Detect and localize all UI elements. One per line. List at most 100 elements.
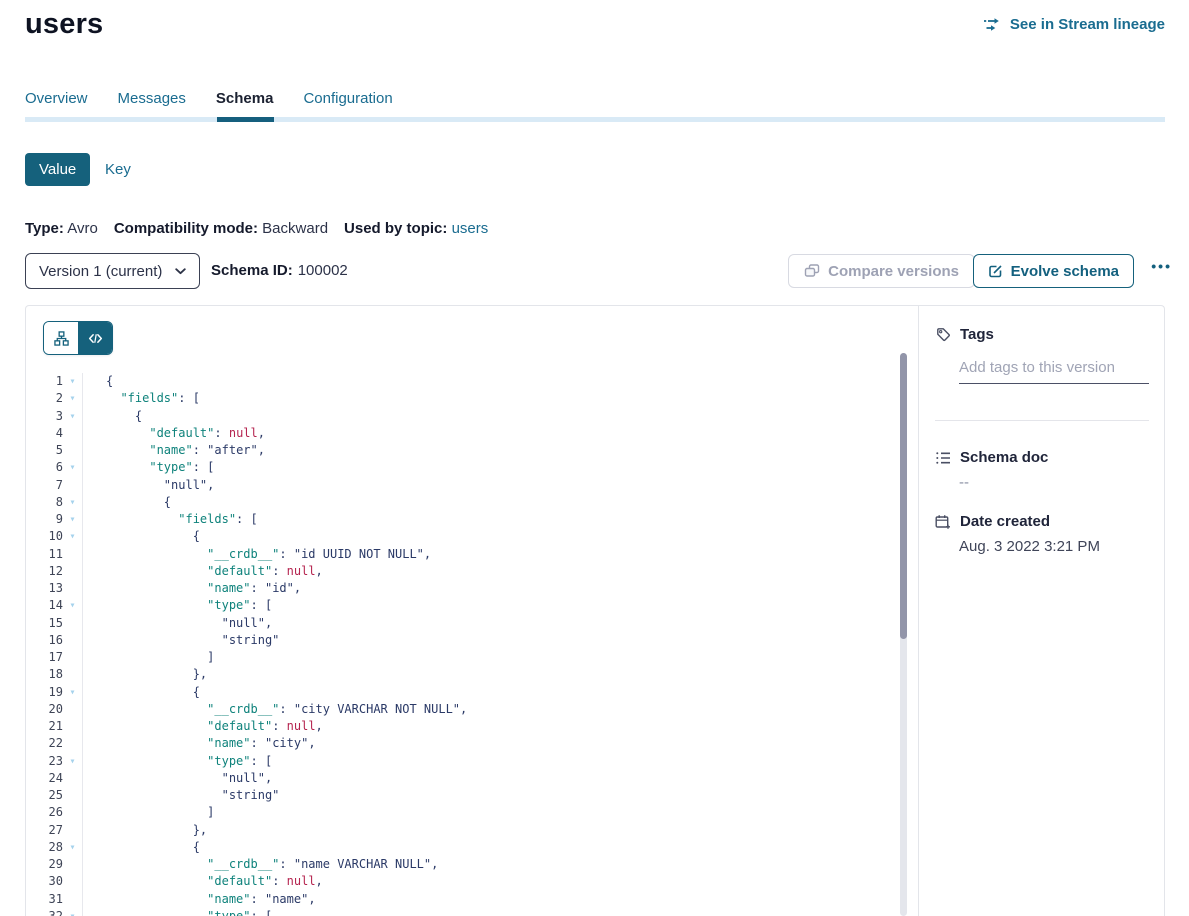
line-number: 6 [26,459,63,476]
fold-spacer [63,735,83,752]
schema-code-panel: 1▾{2▾ "fields": [3▾ {4 "default": null,5… [26,306,918,916]
code-view-button[interactable] [78,322,112,354]
fold-arrow-icon[interactable]: ▾ [63,390,83,407]
compat-value: Backward [262,220,328,237]
fold-arrow-icon[interactable]: ▾ [63,459,83,476]
code-line: 8▾ { [26,494,918,511]
line-number: 31 [26,891,63,908]
line-number: 26 [26,804,63,821]
fold-spacer [63,615,83,632]
schema-sidebar: Tags Schema doc -- [918,306,1164,916]
page-title: users [25,8,103,41]
version-dropdown-value: Version 1 (current) [39,263,162,280]
code-line: 22 "name": "city", [26,735,918,752]
schema-card: 1▾{2▾ "fields": [3▾ {4 "default": null,5… [25,305,1165,916]
line-number: 20 [26,701,63,718]
schema-id-value: 100002 [298,262,348,279]
stream-lineage-link[interactable]: See in Stream lineage [983,16,1165,33]
schema-id: Schema ID:100002 [211,262,348,279]
fold-arrow-icon[interactable]: ▾ [63,684,83,701]
fold-spacer [63,856,83,873]
compare-versions-button[interactable]: Compare versions [788,254,975,288]
evolve-schema-button[interactable]: Evolve schema [973,254,1134,288]
key-toggle-button[interactable]: Key [105,161,131,178]
code-line: 13 "name": "id", [26,580,918,597]
code-line: 3▾ { [26,408,918,425]
tree-view-button[interactable] [44,322,78,354]
chevron-down-icon [175,268,186,275]
code-line: 30 "default": null, [26,873,918,890]
line-number: 1 [26,373,63,390]
tab-overview[interactable]: Overview [25,90,88,115]
code-line: 11 "__crdb__": "id UUID NOT NULL", [26,546,918,563]
line-number: 5 [26,442,63,459]
date-created-value: Aug. 3 2022 3:21 PM [959,538,1149,555]
line-number: 27 [26,822,63,839]
code-line: 19▾ { [26,684,918,701]
fold-arrow-icon[interactable]: ▾ [63,908,83,916]
fold-arrow-icon[interactable]: ▾ [63,408,83,425]
code-text: "null", [83,477,214,494]
type-label: Type: [25,220,64,237]
code-line: 6▾ "type": [ [26,459,918,476]
line-number: 17 [26,649,63,666]
editor-scrollbar-thumb[interactable] [900,353,907,639]
code-text: "type": [ [83,753,272,770]
editor-scrollbar-track[interactable] [900,353,907,916]
code-text: "__crdb__": "id UUID NOT NULL", [83,546,431,563]
fold-arrow-icon[interactable]: ▾ [63,528,83,545]
tree-view-icon [54,331,69,346]
add-tags-input[interactable] [959,357,1149,384]
code-text: "__crdb__": "city VARCHAR NOT NULL", [83,701,467,718]
code-line: 5 "name": "after", [26,442,918,459]
compat-label: Compatibility mode: [114,220,258,237]
fold-arrow-icon[interactable]: ▾ [63,597,83,614]
fold-spacer [63,425,83,442]
code-line: 24 "null", [26,770,918,787]
fold-arrow-icon[interactable]: ▾ [63,839,83,856]
code-text: "string" [83,632,279,649]
fold-spacer [63,787,83,804]
code-text: { [83,528,200,545]
code-line: 25 "string" [26,787,918,804]
tab-messages[interactable]: Messages [118,90,186,115]
version-dropdown[interactable]: Version 1 (current) [25,253,200,289]
code-text: "name": "id", [83,580,301,597]
line-number: 16 [26,632,63,649]
fold-arrow-icon[interactable]: ▾ [63,753,83,770]
topic-link[interactable]: users [452,220,489,237]
fold-arrow-icon[interactable]: ▾ [63,494,83,511]
code-text: "default": null, [83,563,323,580]
code-text: "type": [ [83,597,272,614]
code-line: 23▾ "type": [ [26,753,918,770]
tab-schema[interactable]: Schema [216,90,274,115]
code-text: { [83,494,171,511]
date-created-section-header: Date created [935,513,1149,530]
code-text: { [83,839,200,856]
code-text: "null", [83,615,272,632]
code-text: ] [83,649,214,666]
fold-arrow-icon[interactable]: ▾ [63,373,83,390]
fold-spacer [63,804,83,821]
code-line: 7 "null", [26,477,918,494]
fold-arrow-icon[interactable]: ▾ [63,511,83,528]
fold-spacer [63,666,83,683]
tab-configuration[interactable]: Configuration [303,90,392,115]
line-number: 2 [26,390,63,407]
more-actions-button[interactable]: ••• [1151,258,1172,274]
code-line: 16 "string" [26,632,918,649]
code-line: 32▾ "type": [ [26,908,918,916]
code-line: 12 "default": null, [26,563,918,580]
code-text: "__crdb__": "name VARCHAR NULL", [83,856,438,873]
evolve-schema-label: Evolve schema [1011,263,1119,280]
code-text: }, [83,822,207,839]
line-number: 3 [26,408,63,425]
line-number: 4 [26,425,63,442]
code-line: 15 "null", [26,615,918,632]
code-text: "name": "name", [83,891,316,908]
calendar-icon [935,514,951,530]
line-number: 19 [26,684,63,701]
stream-lineage-label: See in Stream lineage [1010,16,1165,33]
code-line: 21 "default": null, [26,718,918,735]
value-toggle-button[interactable]: Value [25,153,90,186]
